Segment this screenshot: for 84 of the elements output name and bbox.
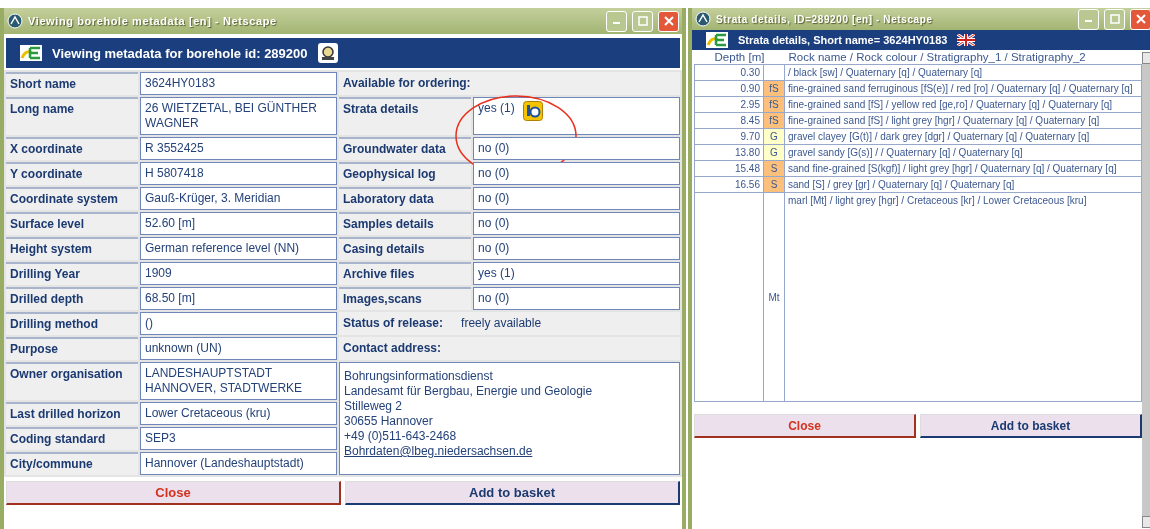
column-header: Rock name / Rock colour / Stratigraphy_1 / Stratigraphy_2 <box>784 50 1142 65</box>
description-cell: fine-grained sand [fS] / yellow red [ge,ro] / Quaternary [q] / Quaternary [q] <box>784 96 1142 113</box>
field-value: 68.50 [m] <box>140 287 337 310</box>
section-heading: Contact address: <box>339 337 680 360</box>
field-label: Short name <box>6 72 138 95</box>
field-label: Coding standard <box>6 427 138 450</box>
field-label: Archive files <box>339 262 471 285</box>
field-label: Drilling Year <box>6 262 138 285</box>
description-cell: fine-grained sand [fS] / light grey [hgr] / Quaternary [q] / Quaternary [q] <box>784 112 1142 129</box>
field-value: 3624HY0183 <box>140 72 337 95</box>
add-to-basket-button[interactable]: Add to basket <box>345 481 680 505</box>
depth-cell: 2.95 <box>740 99 760 110</box>
field-value: German reference level (NN) <box>140 237 337 260</box>
depth-cell: 0.90 <box>740 83 760 94</box>
field-value: freely available <box>461 316 542 331</box>
field-value: 52.60 [m] <box>140 212 337 235</box>
field-value: 1909 <box>140 262 337 285</box>
page-heading: Viewing metadata for borehole id: 289200 <box>52 45 308 61</box>
field-value: LANDESHAUPTSTADT HANNOVER, STADTWERKE <box>140 362 337 400</box>
field-label: Y coordinate <box>6 162 138 185</box>
depth-cell: 9.70 <box>740 131 760 142</box>
availability-value: no (0) <box>478 141 510 156</box>
field-value: SEP3 <box>140 427 337 450</box>
depth-cell: 16.56 <box>734 179 760 190</box>
page-heading: Strata details, Short name= 3624HY0183 <box>738 34 948 46</box>
address-line: Stilleweg 2 <box>344 399 403 414</box>
description-cell: marl [Mt] / light grey [hgr] / Cretaceous [kr] / Lower Cretaceous [kru] <box>784 192 1142 402</box>
email-link[interactable]: Bohrdaten@lbeg.niedersachsen.de <box>344 444 533 459</box>
add-to-basket-button[interactable]: Add to basket <box>920 414 1142 438</box>
field-label: Last drilled horizon <box>6 402 138 425</box>
field-label: Laboratory data <box>339 187 471 210</box>
depth-cell: 0.30 <box>740 67 760 78</box>
window-title: Strata details, ID=289200 [en] - Netscape <box>716 13 934 25</box>
field-label: Status of release: <box>343 316 444 331</box>
description-cell: gravel clayey [G(t)] / dark grey [dgr] / Quaternary [q] / Quaternary [q] <box>784 128 1142 145</box>
field-value: Lower Cretaceous (kru) <box>140 402 337 425</box>
column-header: Depth [m] <box>694 50 785 65</box>
field-label: Casing details <box>339 237 471 260</box>
field-label: Drilled depth <box>6 287 138 310</box>
address-line: Bohrungsinformationsdienst <box>344 369 493 384</box>
rock-code-cell: Mt <box>763 192 785 402</box>
close-button[interactable]: Close <box>6 481 341 505</box>
availability-value: no (0) <box>478 291 510 306</box>
close-button[interactable]: Close <box>694 414 916 438</box>
field-label: City/commune <box>6 452 138 475</box>
field-label: Surface level <box>6 212 138 235</box>
window-title: Viewing borehole metadata [en] - Netscape <box>28 15 278 27</box>
description-cell: / black [sw] / Quaternary [q] / Quaternary [q] <box>784 64 1142 81</box>
field-value: () <box>140 312 337 335</box>
field-value: Hannover (Landeshauptstadt) <box>140 452 337 475</box>
availability-value: no (0) <box>478 166 510 181</box>
availability-value: no (0) <box>478 241 510 256</box>
section-heading: Available for ordering: <box>339 72 680 95</box>
field-label: Groundwater data <box>339 137 471 160</box>
field-label: Owner organisation <box>6 362 138 400</box>
field-label: Images,scans <box>339 287 471 310</box>
description-cell: sand [S] / grey [gr] / Quaternary [q] / Quaternary [q] <box>784 176 1142 193</box>
field-label: X coordinate <box>6 137 138 160</box>
availability-value: no (0) <box>478 216 510 231</box>
availability-value: no (0) <box>478 191 510 206</box>
depth-cell: 13.80 <box>734 147 760 158</box>
field-label: Drilling method <box>6 312 138 335</box>
description-cell: sand fine-grained [S(kgf)] / light grey [hgr] / Quaternary [q] / Quaternary [q] <box>784 160 1142 177</box>
field-value: Gauß-Krüger, 3. Meridian <box>140 187 337 210</box>
field-label: Geophysical log <box>339 162 471 185</box>
availability-value: yes (1) <box>478 266 515 281</box>
field-value: H 5807418 <box>140 162 337 185</box>
availability-value: yes (1) <box>478 101 515 116</box>
field-label: Samples details <box>339 212 471 235</box>
address-line: +49 (0)511-643-2468 <box>344 429 457 444</box>
description-cell: fine-grained sand ferruginous [fS(e)] / red [ro] / Quaternary [q] / Quaternary [q] <box>784 80 1142 97</box>
field-label: Strata details <box>339 97 471 135</box>
depth-cell: 15.48 <box>734 163 760 174</box>
field-label: Coordinate system <box>6 187 138 210</box>
field-label: Height system <box>6 237 138 260</box>
field-value: unknown (UN) <box>140 337 337 360</box>
field-label: Long name <box>6 97 138 135</box>
field-value: 26 WIETZETAL, BEI GÜNTHER WAGNER <box>140 97 337 135</box>
address-line: 30655 Hannover <box>344 414 433 429</box>
field-label: Purpose <box>6 337 138 360</box>
description-cell: gravel sandy [G(s)] / / Quaternary [q] / Quaternary [q] <box>784 144 1142 161</box>
depth-cell: 8.45 <box>740 115 760 126</box>
field-value: R 3552425 <box>140 137 337 160</box>
address-line: Landesamt für Bergbau, Energie und Geologie <box>344 384 593 399</box>
